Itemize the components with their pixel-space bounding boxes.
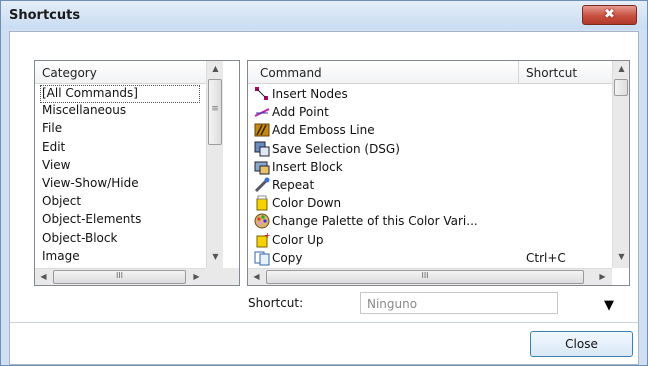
command-row[interactable]: Change Palette of this Color Vari...: [248, 212, 610, 230]
shortcut-label: Shortcut:: [248, 296, 304, 310]
dialog-title: Shortcuts: [9, 8, 81, 23]
command-name: Color Down: [272, 196, 342, 211]
dialog-body: Category [All Commands] Miscellaneous File…: [9, 31, 639, 365]
close-icon: ✖: [604, 7, 615, 22]
scroll-up-arrow-icon[interactable]: ▲: [613, 64, 629, 73]
category-hscroll-thumb[interactable]: III: [53, 270, 186, 284]
command-row[interactable]: Insert Block: [248, 158, 610, 176]
save-selection-icon: [254, 141, 270, 157]
scroll-right-arrow-icon[interactable]: ▶: [188, 272, 205, 281]
command-row[interactable]: +Color Up: [248, 231, 610, 249]
category-item[interactable]: View-Show/Hide: [41, 176, 202, 194]
title-bar[interactable]: Shortcuts ✖: [1, 1, 647, 29]
command-list-header: Command Shortcut: [248, 61, 612, 84]
command-name: Color Up: [272, 232, 324, 247]
insert-block-icon: [254, 159, 270, 175]
hscroll-grip-icon: III: [115, 271, 124, 280]
command-name: Insert Block: [272, 159, 343, 174]
scroll-grip-icon: ≡: [211, 104, 219, 114]
command-horizontal-scrollbar[interactable]: ◀ III ▶: [248, 268, 612, 285]
command-list[interactable]: Command Shortcut Insert Nodes Add Point Ad…: [247, 60, 630, 286]
command-name: Add Point: [272, 105, 329, 120]
column-divider[interactable]: [518, 61, 519, 83]
command-hscroll-thumb[interactable]: III: [266, 270, 584, 284]
scroll-left-arrow-icon[interactable]: ◀: [35, 272, 52, 281]
category-item[interactable]: Miscellaneous: [41, 103, 202, 121]
category-item[interactable]: View: [41, 158, 202, 176]
command-name: Insert Nodes: [272, 87, 348, 101]
command-shortcut: Ctrl+C: [526, 250, 566, 265]
copy-icon: [254, 250, 270, 266]
shortcuts-dialog: Shortcuts ✖ Category [All Commands] Misce…: [0, 0, 648, 366]
command-name: Save Selection (DSG): [272, 141, 400, 156]
insert-nodes-icon: [254, 86, 270, 102]
command-name: Add Emboss Line: [272, 123, 375, 138]
close-button[interactable]: Close: [530, 331, 633, 357]
command-name: Copy: [272, 250, 303, 265]
repeat-icon: [254, 177, 270, 193]
command-row[interactable]: Add Point: [248, 103, 610, 121]
emboss-line-icon: [254, 122, 270, 138]
window-close-button[interactable]: ✖: [582, 5, 637, 25]
command-row[interactable]: Add Emboss Line: [248, 121, 610, 139]
command-row[interactable]: Insert Nodes: [248, 85, 610, 103]
category-item[interactable]: File: [41, 121, 202, 139]
category-item[interactable]: Object-Elements: [41, 212, 202, 230]
scroll-down-arrow-icon[interactable]: ▼: [207, 252, 224, 261]
command-name: Change Palette of this Color Vari...: [272, 214, 478, 229]
svg-text:+: +: [264, 232, 270, 240]
category-item[interactable]: Object: [41, 194, 202, 212]
palette-icon: [254, 213, 270, 229]
category-header[interactable]: Category: [35, 61, 206, 84]
category-vertical-scrollbar[interactable]: ▲ ≡ ▼: [206, 61, 223, 268]
scroll-left-arrow-icon[interactable]: ◀: [248, 272, 265, 281]
hscroll-grip-icon: III: [421, 271, 429, 280]
command-row[interactable]: Color Down: [248, 194, 610, 212]
add-point-icon: [254, 104, 270, 120]
category-item[interactable]: Edit: [41, 140, 202, 158]
command-row[interactable]: Save Selection (DSG): [248, 140, 610, 158]
color-down-icon: [254, 195, 270, 211]
color-up-icon: +: [254, 231, 271, 248]
shortcut-input[interactable]: Ninguno: [360, 292, 558, 314]
command-row[interactable]: Repeat: [248, 176, 610, 194]
category-horizontal-scrollbar[interactable]: ◀ III ▶: [35, 268, 206, 285]
category-scroll-thumb[interactable]: ≡: [208, 79, 222, 145]
scrollbar-corner: [206, 268, 239, 285]
scroll-right-arrow-icon[interactable]: ▶: [594, 272, 611, 281]
category-item[interactable]: Image: [41, 249, 202, 267]
category-list[interactable]: Category [All Commands] Miscellaneous File…: [34, 60, 240, 286]
command-name: Repeat: [272, 178, 315, 192]
category-item[interactable]: Object-Block: [41, 231, 202, 249]
command-vertical-scrollbar[interactable]: ▲ ▼: [612, 61, 629, 268]
scroll-down-arrow-icon[interactable]: ▼: [613, 252, 629, 261]
scroll-up-arrow-icon[interactable]: ▲: [207, 64, 224, 73]
shortcut-column-header[interactable]: Shortcut: [526, 66, 577, 80]
footer-divider: [10, 322, 638, 323]
command-scroll-thumb[interactable]: [614, 79, 628, 96]
category-header-label: Category: [42, 66, 97, 80]
command-row[interactable]: Copy Ctrl+C: [248, 249, 610, 267]
category-item[interactable]: [All Commands]: [40, 85, 200, 103]
command-column-header[interactable]: Command: [260, 66, 322, 80]
shortcut-menu-arrow-icon[interactable]: ▼: [604, 298, 614, 313]
